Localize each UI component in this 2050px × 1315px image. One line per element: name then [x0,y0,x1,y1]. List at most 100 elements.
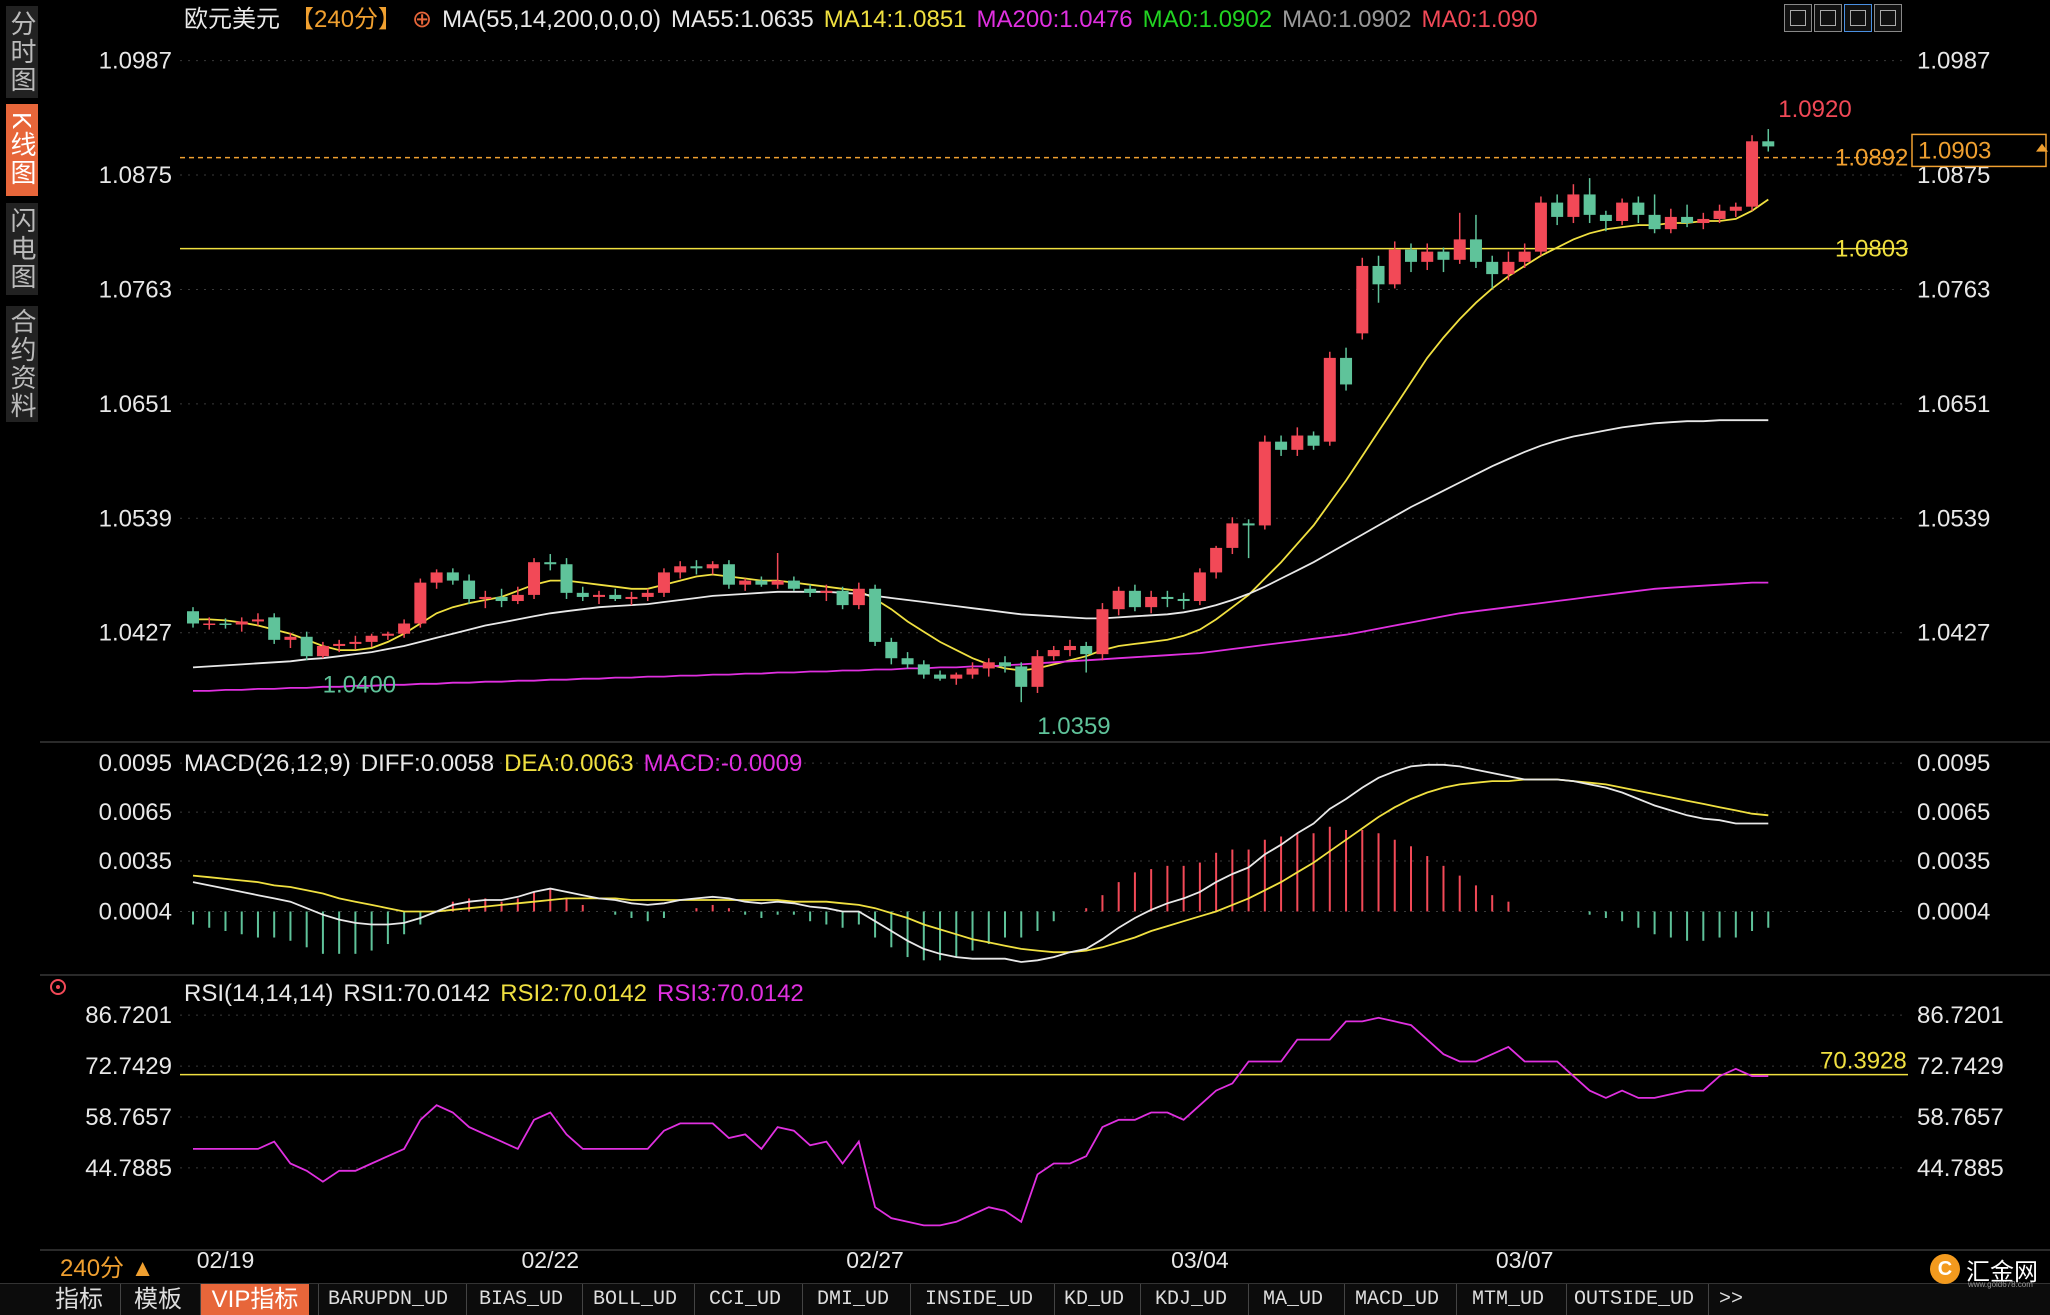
candle-body [739,580,752,585]
candle-body [1080,645,1093,655]
candle [544,554,557,571]
rsi-line [193,1016,1769,1227]
candle [1112,586,1125,616]
price-ytick-right: 1.0987 [1917,48,1990,75]
candle [1210,545,1223,579]
candle-body [1388,249,1401,285]
candle [1437,247,1450,273]
candle [966,662,979,679]
candle [1405,243,1417,273]
period-indicator[interactable]: 240分 ▲ [60,1248,154,1283]
price-legend-item: MA0:1.0902 [1143,6,1272,33]
macd-legend-item: DEA:0.0063 [504,750,633,777]
bottom-tab-1[interactable]: 模板 [120,1284,195,1315]
chart-canvas[interactable]: 1.0987 1.09871.0875 1.08751.0763 1.07631.06… [0,0,2050,1314]
candle [560,558,573,599]
candle-body [544,562,557,565]
candle-body [917,664,930,675]
price-annotation: 1.0359 [1037,713,1110,740]
candle-body [1258,441,1271,526]
price-ytick-right: 1.0427 [1917,620,1990,647]
candle [1015,662,1028,703]
candle [381,631,394,640]
bottom-tab-8[interactable]: INSIDE_UD [910,1284,1047,1315]
rsi-ytick-left: 86.7201 [85,1002,172,1029]
price-ytick-left: 1.0651 [99,391,172,418]
candle-body [982,662,995,669]
macd-ytick-right: 0.0065 [1917,799,1990,826]
reference-line-label: 1.0892 [1835,145,1908,172]
candle-body [560,564,573,593]
bottom-tab-11[interactable]: MA_UD [1248,1284,1337,1315]
candle [1551,194,1564,226]
candle-body [576,592,589,597]
macd-legend-item: MACD:-0.0009 [644,750,803,777]
chart-window: 分时图 K线图 闪电图 合约资料 1.0987 1.0987 1.0875 1.0875 1.… [0,0,2050,1315]
candle [885,637,898,665]
ma-line-ma14 [193,198,1769,672]
bottom-tab-3[interactable]: BARUPDN_UD [318,1284,457,1315]
candle [1356,257,1369,340]
bottom-tab-13[interactable]: MTM_UD [1456,1284,1559,1315]
ma-line-ma55 [192,419,1769,669]
bottom-tab-9[interactable]: KD_UD [1054,1284,1133,1315]
candle [1762,129,1775,152]
bottom-tab-14[interactable]: OUTSIDE_UD [1566,1284,1701,1315]
candle-body [1242,523,1255,526]
candle-body [1112,590,1125,610]
bottom-tab-6[interactable]: CCI_UD [694,1284,795,1315]
bottom-tab-10[interactable]: KDJ_UD [1140,1284,1241,1315]
candle-body [203,623,216,625]
candle-body [690,566,703,569]
candle-body [1453,239,1466,260]
macd-legend-item: DIFF:0.0058 [361,750,494,777]
candle-body [414,582,427,624]
price-ytick-left: 1.0987 [99,48,172,75]
bottom-tab-12[interactable]: MACD_UD [1344,1284,1449,1315]
bottom-tab-5[interactable]: BOLL_UD [582,1284,687,1315]
crosshair-icon[interactable] [1784,4,1812,32]
ma-line-ma200 [193,581,1769,692]
candle-body [1063,645,1076,651]
candle-body [1031,656,1044,687]
bottom-tab-15[interactable]: >> [1708,1284,1753,1315]
candle-body [804,588,817,593]
candle-body [1437,251,1450,260]
candle [349,635,362,650]
bottom-tab-0[interactable]: 指标 [46,1284,112,1315]
macd-ytick-left: 0.0004 [99,898,172,925]
candle-body [284,636,297,640]
candle-body [187,611,199,624]
candle [739,578,752,591]
macd-ytick-left: 0.0065 [99,799,172,826]
bottom-tab-4[interactable]: BIAS_UD [466,1284,575,1315]
candle [235,617,248,632]
candle-body [641,592,654,597]
candle-body [1405,249,1417,262]
candle-body [787,580,800,589]
bottom-tab-2[interactable]: VIP指标 [200,1284,309,1315]
expand-icon[interactable] [1874,4,1902,32]
candle-body [316,645,329,657]
macd-dea-line [192,778,1769,954]
candle [1567,184,1580,224]
candle [1307,431,1320,450]
draw-line-icon[interactable] [1844,4,1872,32]
macd-legend-item: MACD(26,12,9) [184,750,351,777]
macd-ytick-right: 0.0035 [1917,848,1990,875]
candle [787,576,800,591]
candle-body [1421,251,1434,262]
bottom-tab-7[interactable]: DMI_UD [802,1284,903,1315]
price-ytick-right: 1.0651 [1917,391,1990,418]
candle-body [300,636,313,657]
candle-style-icon[interactable] [1814,4,1842,32]
candle [430,569,443,589]
candle-body [333,643,346,646]
candle-body [1128,590,1141,608]
rsi-ytick-right: 86.7201 [1917,1002,2004,1029]
candle [722,560,735,589]
candle-body [463,580,476,599]
price-ytick-left: 1.0875 [99,162,172,189]
rsi-ytick-right: 58.7657 [1917,1104,2004,1131]
candle [625,591,638,606]
